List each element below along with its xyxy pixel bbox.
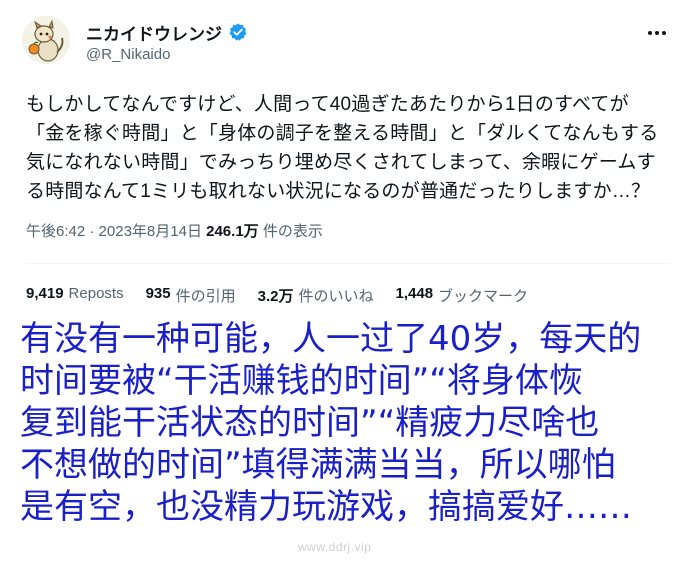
tweet-card: ニカイドウレンジ @R_Nikaido もしかしてなんですけど、人間って40過ぎ… (0, 0, 690, 320)
display-name-row: ニカイドウレンジ (86, 20, 248, 44)
page: ニカイドウレンジ @R_Nikaido もしかしてなんですけど、人間って40過ぎ… (0, 0, 690, 569)
divider (26, 263, 670, 264)
tweet-text-line: る時間なんて1ミリも取れない状況になるのが普通だったりしますか…？ (26, 181, 651, 202)
translation-line: 是有空，也没精力玩游戏，搞搞爱好…… (20, 487, 632, 527)
cartoon-creature-icon (22, 16, 70, 64)
more-options-icon[interactable] (642, 18, 672, 48)
bookmarks-count: 1,448 (395, 285, 434, 302)
reposts-label: Reposts (68, 285, 124, 302)
tweet-text-line: もしかしてなんですけど、人間って40過ぎたあたりから1日のすべてが (26, 94, 629, 115)
avatar[interactable] (22, 16, 70, 64)
translation-line: 时间要被“干活赚钱的时间”“将身体恢 (20, 361, 583, 401)
bookmarks-label: ブックマーク (438, 288, 529, 305)
display-name[interactable]: ニカイドウレンジ (86, 20, 222, 45)
chinese-translation: 有没有一种可能，人一过了40岁，每天的 时间要被“干活赚钱的时间”“将身体恢 复… (20, 318, 680, 528)
watermark: www.ddrj.vip (298, 540, 372, 554)
likes-label: 件のいいね (298, 288, 374, 305)
likes-stat[interactable]: 3.2万 件のいいね (258, 285, 374, 306)
reposts-stat[interactable]: 9,419 Reposts (26, 285, 124, 306)
engagement-stats: 9,419 Reposts 935 件の引用 3.2万 件のいいね 1,448 … (26, 285, 528, 306)
tweet-meta: 午後6:42 · 2023年8月14日 246.1万 件の表示 (26, 220, 323, 241)
bookmarks-stat[interactable]: 1,448 ブックマーク (396, 285, 529, 306)
quotes-stat[interactable]: 935 件の引用 (146, 285, 236, 306)
translation-line: 不想做的时间”填得满满当当，所以哪怕 (20, 445, 616, 485)
quotes-count: 935 (145, 285, 171, 302)
tweet-text-line: 気になれない時間」でみっちり埋め尽くされてしまって、余暇にゲームす (26, 152, 656, 173)
verified-badge-icon (228, 22, 248, 42)
reposts-count: 9,419 (26, 285, 64, 302)
tweet-text: もしかしてなんですけど、人間って40過ぎたあたりから1日のすべてが 「金を稼ぐ時… (26, 90, 676, 206)
likes-count: 3.2万 (257, 288, 294, 305)
quotes-label: 件の引用 (175, 288, 236, 305)
translation-line: 有没有一种可能，人一过了40岁，每天的 (20, 319, 642, 359)
tweet-time[interactable]: 午後6:42 (26, 223, 85, 240)
user-handle[interactable]: @R_Nikaido (86, 46, 170, 63)
tweet-date[interactable]: 2023年8月14日 (99, 223, 202, 240)
meta-separator: · (89, 223, 99, 240)
views-label: 件の表示 (262, 223, 323, 240)
tweet-text-line: 「金を稼ぐ時間」と「身体の調子を整える時間」と「ダルくてなんもする (26, 123, 659, 144)
views-count: 246.1万 (206, 223, 259, 240)
translation-line: 复到能干活状态的时间”“精疲力尽啥也 (20, 403, 600, 443)
